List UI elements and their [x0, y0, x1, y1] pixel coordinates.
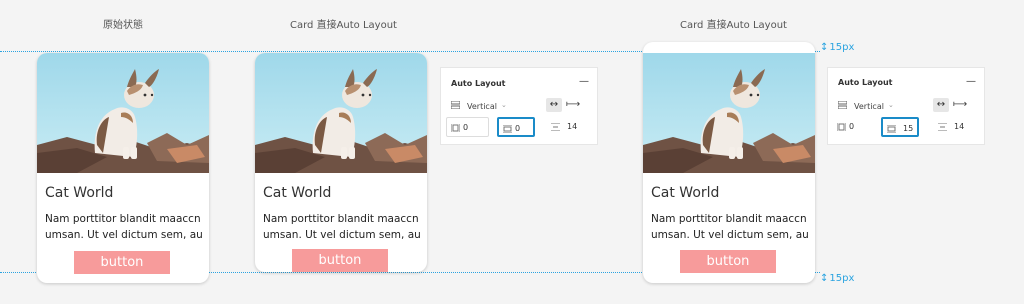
card-auto-layout-padding-15: Cat World Nam porttitor blandit maaccn u… — [643, 42, 815, 283]
item-spacing-value: 14 — [954, 122, 965, 131]
fill-width-toggle[interactable]: ⟼ — [565, 98, 581, 112]
hug-horizontal-toggle[interactable]: ↔ — [546, 98, 562, 112]
chevron-down-icon[interactable]: ⌄ — [501, 101, 507, 109]
vertical-direction-icon — [838, 101, 847, 109]
item-spacing-value: 14 — [567, 122, 578, 131]
cat-image — [255, 53, 427, 173]
vertical-direction-icon — [451, 101, 460, 109]
direction-dropdown[interactable]: Vertical — [854, 102, 884, 111]
item-spacing-field[interactable]: 14 — [934, 117, 974, 137]
caption-original: 原始状態 — [103, 20, 143, 31]
card-button[interactable]: button — [292, 249, 388, 272]
vertical-padding-value: 15 — [903, 124, 914, 133]
caption-card-auto-2: Card 直接Auto Layout — [680, 20, 787, 31]
auto-layout-panel-right: Auto Layout — Vertical ⌄ ↔ ⟼ 0 15 14 — [828, 68, 984, 144]
vertical-padding-value: 0 — [515, 124, 521, 133]
vertical-padding-field[interactable]: 0 — [497, 117, 535, 137]
remove-auto-layout-button[interactable]: — — [579, 76, 589, 87]
horizontal-padding-field[interactable]: 0 — [833, 117, 876, 137]
auto-layout-panel-left: Auto Layout — Vertical ⌄ ↔ ⟼ 0 0 14 — [441, 68, 597, 144]
item-spacing-field[interactable]: 14 — [547, 117, 587, 137]
card-title: Cat World — [45, 185, 114, 201]
panel-title: Auto Layout — [451, 79, 506, 88]
card-description-line-2: umsan. Ut vel dictum sem, au — [651, 229, 809, 241]
direction-dropdown[interactable]: Vertical — [467, 102, 497, 111]
card-description-line-1: Nam porttitor blandit maaccn — [263, 213, 419, 225]
horizontal-padding-field[interactable]: 0 — [446, 117, 489, 137]
vertical-arrow-icon: ↕ — [820, 273, 829, 284]
card-description-line-1: Nam porttitor blandit maaccn — [45, 213, 201, 225]
card-title: Cat World — [263, 185, 332, 201]
cat-image — [643, 53, 815, 173]
fill-width-toggle[interactable]: ⟼ — [952, 98, 968, 112]
card-description-line-2: umsan. Ut vel dictum sem, au — [45, 229, 203, 241]
guide-label-bottom: ↕15px — [820, 273, 855, 284]
vertical-arrow-icon: ↕ — [820, 42, 829, 53]
horizontal-padding-icon — [837, 123, 846, 131]
cat-image — [37, 53, 209, 173]
chevron-down-icon[interactable]: ⌄ — [888, 101, 894, 109]
vertical-padding-field[interactable]: 15 — [881, 117, 919, 137]
card-button[interactable]: button — [680, 250, 776, 273]
item-spacing-icon — [551, 123, 560, 131]
horizontal-padding-value: 0 — [849, 122, 855, 131]
vertical-padding-icon — [503, 125, 512, 133]
card-description: Nam porttitor blandit maaccn umsan. Ut v… — [651, 211, 813, 243]
hug-horizontal-toggle[interactable]: ↔ — [933, 98, 949, 112]
vertical-padding-icon — [887, 125, 896, 133]
horizontal-padding-icon — [451, 124, 460, 132]
card-description: Nam porttitor blandit maaccn umsan. Ut v… — [45, 211, 207, 243]
card-title: Cat World — [651, 185, 720, 201]
card-original: Cat World Nam porttitor blandit maaccn u… — [37, 53, 209, 283]
remove-auto-layout-button[interactable]: — — [966, 76, 976, 87]
caption-card-auto-1: Card 直接Auto Layout — [290, 20, 397, 31]
card-description-line-2: umsan. Ut vel dictum sem, au — [263, 229, 421, 241]
guide-label-top: ↕15px — [820, 42, 855, 53]
card-description: Nam porttitor blandit maaccn umsan. Ut v… — [263, 211, 425, 243]
panel-title: Auto Layout — [838, 78, 893, 87]
item-spacing-icon — [938, 123, 947, 131]
card-description-line-1: Nam porttitor blandit maaccn — [651, 213, 807, 225]
horizontal-padding-value: 0 — [463, 123, 469, 132]
card-button[interactable]: button — [74, 251, 170, 274]
card-auto-layout-no-padding: Cat World Nam porttitor blandit maaccn u… — [255, 53, 427, 272]
